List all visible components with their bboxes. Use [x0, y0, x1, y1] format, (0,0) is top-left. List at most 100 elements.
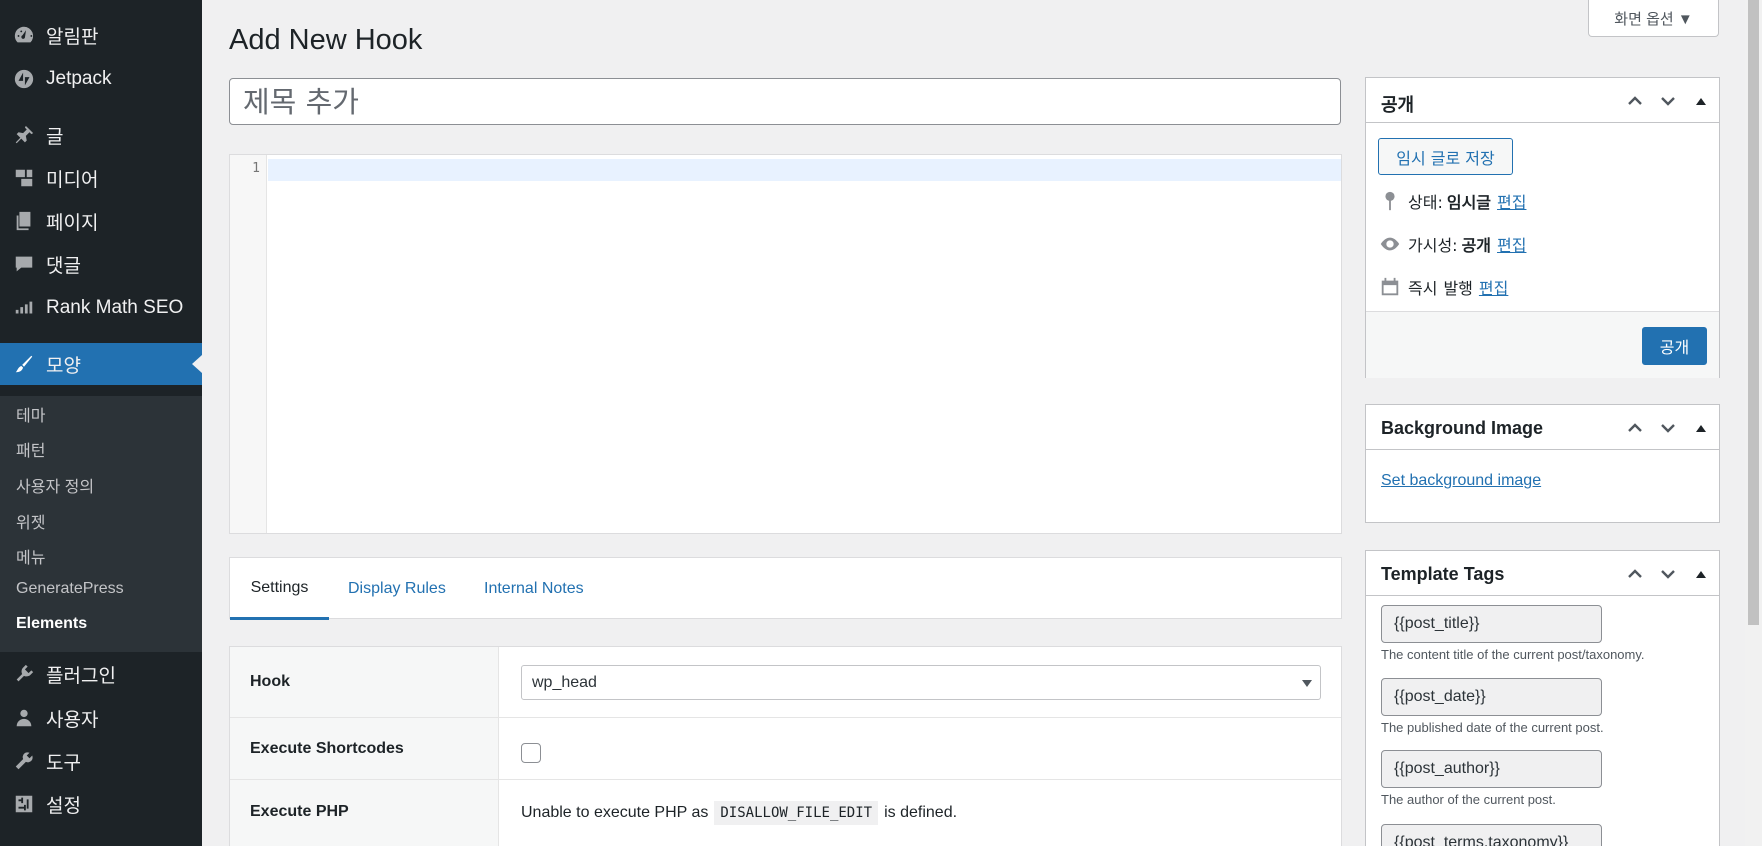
php-notice-text-end: is defined.	[884, 804, 958, 821]
code-editor[interactable]: 1	[229, 154, 1342, 534]
submenu-item-customize[interactable]: 사용자 정의	[16, 473, 94, 497]
set-background-image-link[interactable]: Set background image	[1381, 472, 1541, 490]
submenu-item-widgets[interactable]: 위젯	[16, 509, 45, 533]
sidebar-item-label: 설정	[46, 795, 81, 817]
edit-schedule-link[interactable]: 편집	[1479, 275, 1508, 299]
template-tags-title: Template Tags	[1381, 564, 1505, 584]
move-down-icon[interactable]	[1655, 88, 1681, 114]
template-tag-field[interactable]: {{post_title}}	[1381, 605, 1602, 643]
post-title-input[interactable]	[229, 78, 1341, 125]
pin-icon	[1378, 189, 1402, 213]
active-line-highlight	[268, 159, 1341, 181]
sidebar-item-jetpack[interactable]: Jetpack	[0, 60, 202, 98]
row-divider	[230, 779, 1341, 780]
edit-status-link[interactable]: 편집	[1497, 189, 1526, 213]
appearance-icon	[11, 351, 37, 377]
sidebar-item-tools[interactable]: 도구	[0, 742, 202, 780]
settings-icon	[11, 791, 37, 817]
tools-icon	[11, 748, 37, 774]
page-scrollbar[interactable]	[1745, 0, 1762, 846]
collapse-toggle-icon[interactable]	[1696, 425, 1706, 432]
template-tag-description: The published date of the current post.	[1381, 720, 1604, 735]
sidebar-item-comments[interactable]: 댓글	[0, 245, 202, 283]
sidebar-item-label: Jetpack	[46, 68, 112, 89]
sidebar-item-users[interactable]: 사용자	[0, 699, 202, 737]
pin-icon	[11, 122, 37, 148]
visibility-value: 공개	[1461, 236, 1492, 255]
screen-options-button[interactable]: 화면 옵션 ▼	[1588, 0, 1719, 37]
submenu-item-patterns[interactable]: 패턴	[16, 437, 45, 461]
sidebar-item-appearance[interactable]: 모양	[0, 343, 202, 385]
move-up-icon[interactable]	[1622, 415, 1648, 441]
submenu-item-themes[interactable]: 테마	[16, 402, 45, 426]
move-down-icon[interactable]	[1655, 561, 1681, 587]
tab-internal-notes[interactable]: Internal Notes	[484, 558, 584, 620]
publish-actions: 공개	[1366, 311, 1719, 378]
calendar-icon	[1378, 275, 1402, 299]
hook-select-value: wp_head	[532, 673, 597, 691]
save-draft-button[interactable]: 임시 글로 저장	[1378, 138, 1513, 175]
plugins-icon	[11, 661, 37, 687]
template-tag-field[interactable]: {{post_date}}	[1381, 678, 1602, 716]
sidebar-item-label: 미디어	[46, 169, 99, 191]
hook-select[interactable]: wp_head	[521, 665, 1321, 700]
publish-box-title: 공개	[1381, 95, 1415, 115]
sidebar-item-plugins[interactable]: 플러그인	[0, 655, 202, 693]
execute-php-notice: Unable to execute PHP as DISALLOW_FILE_E…	[521, 801, 957, 825]
move-up-icon[interactable]	[1622, 88, 1648, 114]
chevron-down-icon	[1302, 680, 1312, 687]
background-image-box: Background Image Set background image	[1365, 404, 1720, 523]
users-icon	[11, 705, 37, 731]
collapse-toggle-icon[interactable]	[1696, 98, 1706, 105]
move-down-icon[interactable]	[1655, 415, 1681, 441]
sidebar-item-label: 글	[46, 126, 64, 148]
sidebar-item-pages[interactable]: 페이지	[0, 202, 202, 240]
collapse-toggle-icon[interactable]	[1696, 571, 1706, 578]
schedule-row: 즉시 발행 편집	[1378, 275, 1508, 299]
row-divider	[230, 717, 1341, 718]
sidebar-item-rank-math[interactable]: Rank Math SEO	[0, 289, 202, 327]
sidebar-item-posts[interactable]: 글	[0, 116, 202, 154]
hook-settings-tabs: Settings Display Rules Internal Notes	[229, 557, 1342, 620]
edit-visibility-link[interactable]: 편집	[1497, 232, 1526, 256]
php-notice-text: Unable to execute PHP as	[521, 804, 709, 821]
status-row: 상태: 임시글 편집	[1378, 189, 1526, 213]
pages-icon	[11, 208, 37, 234]
move-up-icon[interactable]	[1622, 561, 1648, 587]
schedule-label: 즉시	[1408, 279, 1438, 298]
jetpack-icon	[11, 66, 37, 92]
sidebar-item-label: 댓글	[46, 255, 81, 277]
execute-shortcodes-checkbox[interactable]	[521, 743, 541, 763]
template-tag-description: The content title of the current post/ta…	[1381, 647, 1645, 662]
schedule-value: 발행	[1443, 279, 1473, 298]
visibility-label: 가시성:	[1408, 236, 1458, 255]
dashboard-icon	[11, 22, 37, 48]
submenu-item-elements[interactable]: Elements	[16, 615, 87, 633]
template-tags-box: Template Tags {{post_title}} The content…	[1365, 550, 1720, 846]
sidebar-item-media[interactable]: 미디어	[0, 159, 202, 197]
tab-settings[interactable]: Settings	[230, 558, 329, 620]
hook-label: Hook	[250, 673, 290, 690]
sidebar-item-label: 도구	[46, 752, 81, 774]
template-tag-description: The author of the current post.	[1381, 792, 1556, 807]
rank-math-icon	[11, 295, 37, 321]
template-tag-field[interactable]: {{post_author}}	[1381, 750, 1602, 788]
sidebar-item-label: Rank Math SEO	[46, 297, 184, 318]
editor-gutter: 1	[230, 155, 267, 533]
line-number: 1	[252, 161, 260, 176]
sidebar-item-label: 알림판	[46, 26, 99, 48]
sidebar-item-dashboard[interactable]: 알림판	[0, 16, 202, 54]
sidebar-item-settings[interactable]: 설정	[0, 785, 202, 823]
publish-box-header: 공개	[1366, 78, 1719, 123]
comments-icon	[11, 251, 37, 277]
submenu-item-menus[interactable]: 메뉴	[16, 544, 45, 568]
submenu-item-generatepress[interactable]: GeneratePress	[16, 580, 124, 598]
scrollbar-thumb[interactable]	[1748, 0, 1759, 625]
eye-icon	[1378, 232, 1402, 256]
status-value: 임시글	[1446, 193, 1492, 212]
publish-button[interactable]: 공개	[1642, 327, 1707, 365]
template-tag-field[interactable]: {{post_terms.taxonomy}}	[1381, 824, 1602, 846]
media-icon	[11, 165, 37, 191]
background-image-header: Background Image	[1366, 405, 1719, 450]
tab-display-rules[interactable]: Display Rules	[348, 558, 446, 620]
